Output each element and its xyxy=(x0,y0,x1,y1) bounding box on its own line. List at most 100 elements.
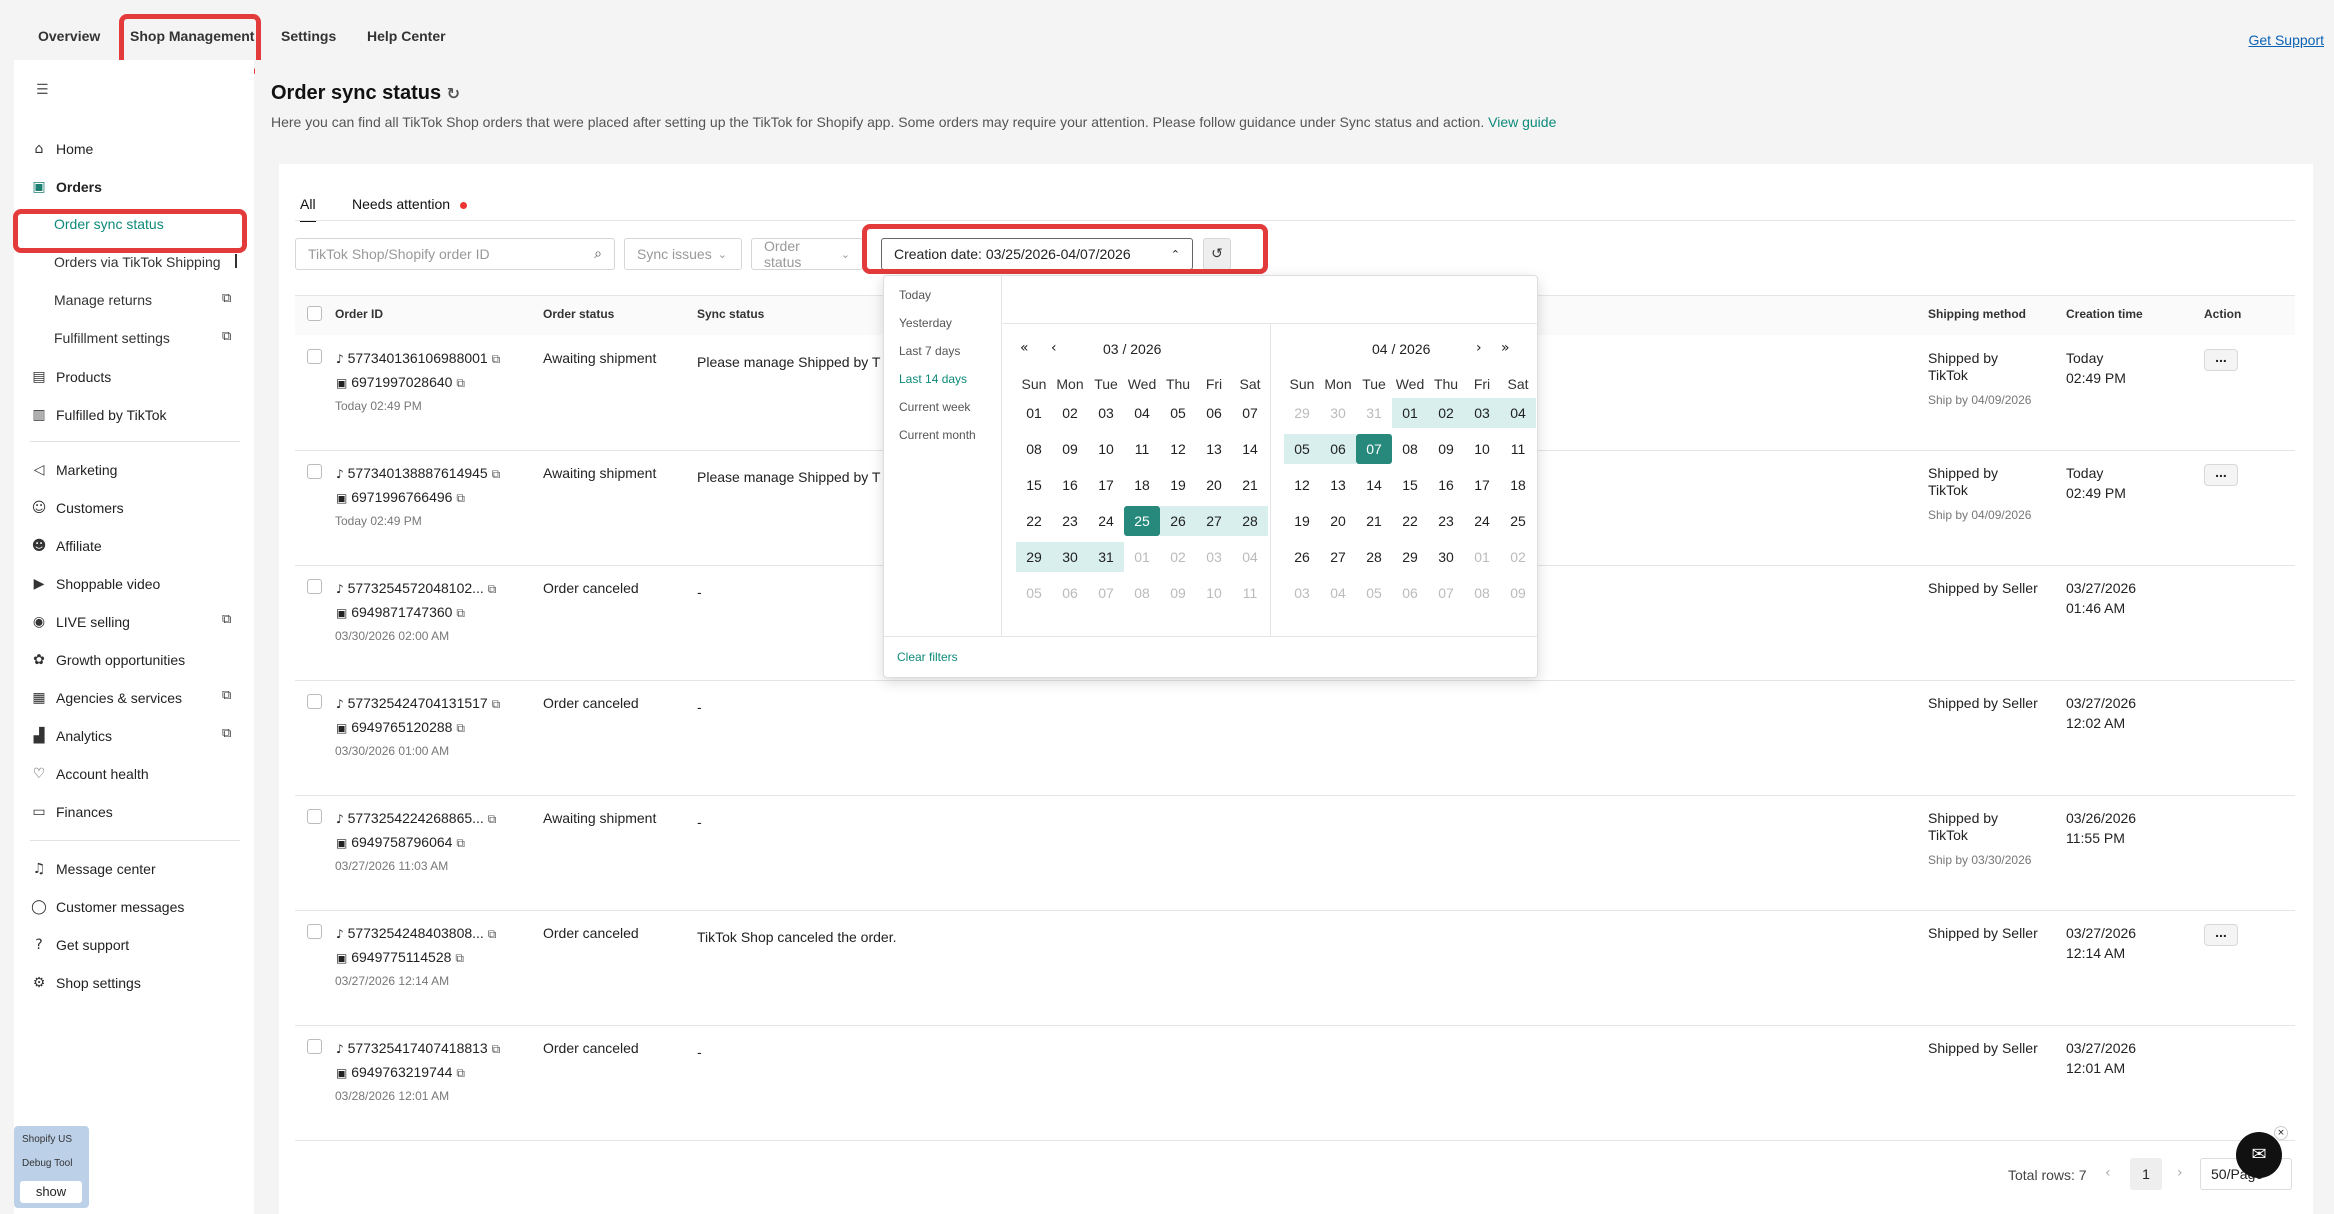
more-actions-button[interactable]: ... xyxy=(2204,349,2238,371)
sidebar-item-orders-via-tiktok[interactable]: Orders via TikTok Shipping xyxy=(54,254,221,270)
sidebar-item-manage-returns[interactable]: Manage returns xyxy=(54,292,152,308)
sidebar-item-growth[interactable]: ✿ Growth opportunities xyxy=(30,651,185,669)
calendar-day[interactable]: 09 xyxy=(1500,578,1536,608)
sync-issues-select[interactable]: Sync issues ⌄ xyxy=(624,238,742,270)
calendar-day[interactable]: 05 xyxy=(1160,398,1196,428)
more-actions-button[interactable]: ... xyxy=(2204,924,2238,946)
search-input[interactable]: TikTok Shop/Shopify order ID ⌕ xyxy=(295,238,615,270)
sidebar-item-finances[interactable]: ▭ Finances xyxy=(30,803,112,821)
calendar-day[interactable]: 10 xyxy=(1464,434,1500,464)
sidebar-item-orders[interactable]: ▣ Orders xyxy=(30,178,102,196)
sidebar-item-products[interactable]: ▤ Products xyxy=(30,368,111,386)
preset-current-month[interactable]: Current month xyxy=(899,428,976,442)
calendar-day[interactable]: 26 xyxy=(1284,542,1320,572)
row-checkbox[interactable] xyxy=(307,464,322,479)
calendar-day[interactable]: 15 xyxy=(1392,470,1428,500)
copy-icon[interactable]: ⧉ xyxy=(456,836,465,850)
calendar-day[interactable]: 06 xyxy=(1320,434,1356,464)
tab-needs-attention[interactable]: Needs attention xyxy=(352,196,467,212)
calendar-day[interactable]: 16 xyxy=(1428,470,1464,500)
calendar-day[interactable]: 04 xyxy=(1232,542,1268,572)
calendar-day[interactable]: 09 xyxy=(1052,434,1088,464)
calendar-day[interactable]: 11 xyxy=(1232,578,1268,608)
calendar-day[interactable]: 07 xyxy=(1232,398,1268,428)
calendar-day[interactable]: 16 xyxy=(1052,470,1088,500)
copy-icon[interactable]: ⧉ xyxy=(456,376,465,390)
preset-current-week[interactable]: Current week xyxy=(899,400,970,414)
calendar-day[interactable]: 01 xyxy=(1392,398,1428,428)
calendar-day[interactable]: 01 xyxy=(1016,398,1052,428)
row-checkbox[interactable] xyxy=(307,1039,322,1054)
calendar-day[interactable]: 09 xyxy=(1160,578,1196,608)
sidebar-item-agencies[interactable]: ▦ Agencies & services xyxy=(30,689,182,707)
sidebar-item-affiliate[interactable]: ☻ Affiliate xyxy=(30,537,102,555)
calendar-day[interactable]: 29 xyxy=(1016,542,1052,572)
sidebar-item-marketing[interactable]: ◁ Marketing xyxy=(30,461,118,479)
copy-icon[interactable]: ⧉ xyxy=(488,582,497,596)
preset-last-14-days[interactable]: Last 14 days xyxy=(899,372,967,386)
calendar-day[interactable]: 05 xyxy=(1356,578,1392,608)
calendar-day[interactable]: 22 xyxy=(1016,506,1052,536)
calendar-day[interactable]: 03 xyxy=(1088,398,1124,428)
calendar-day[interactable]: 04 xyxy=(1320,578,1356,608)
tab-all[interactable]: All xyxy=(300,196,316,222)
row-checkbox[interactable] xyxy=(307,924,322,939)
calendar-day[interactable]: 21 xyxy=(1356,506,1392,536)
calendar-day[interactable]: 17 xyxy=(1088,470,1124,500)
sidebar-item-fulfillment-settings[interactable]: Fulfillment settings xyxy=(54,330,170,346)
collapse-menu-icon[interactable]: ☰ xyxy=(36,82,49,98)
calendar-day[interactable]: 09 xyxy=(1428,434,1464,464)
view-guide-link[interactable]: View guide xyxy=(1488,114,1556,130)
tab-help-center[interactable]: Help Center xyxy=(367,28,446,44)
calendar-day[interactable]: 03 xyxy=(1196,542,1232,572)
sidebar-item-customer-messages[interactable]: ◯ Customer messages xyxy=(30,898,184,916)
sidebar-item-get-support[interactable]: ? Get support xyxy=(30,936,129,954)
calendar-day[interactable]: 13 xyxy=(1196,434,1232,464)
copy-icon[interactable]: ⧉ xyxy=(455,951,464,965)
calendar-day[interactable]: 14 xyxy=(1232,434,1268,464)
calendar-day[interactable]: 20 xyxy=(1196,470,1232,500)
calendar-day[interactable]: 23 xyxy=(1428,506,1464,536)
preset-yesterday[interactable]: Yesterday xyxy=(899,316,952,330)
calendar-day[interactable]: 26 xyxy=(1160,506,1196,536)
clear-filters-link[interactable]: Clear filters xyxy=(897,650,958,664)
sidebar-item-fulfilled-by-tiktok[interactable]: ▥ Fulfilled by TikTok xyxy=(30,406,166,424)
copy-icon[interactable]: ⧉ xyxy=(492,697,501,711)
sidebar-item-shoppable-video[interactable]: ▶ Shoppable video xyxy=(30,575,161,593)
row-checkbox[interactable] xyxy=(307,349,322,364)
calendar-day[interactable]: 02 xyxy=(1052,398,1088,428)
tab-settings[interactable]: Settings xyxy=(281,28,336,44)
next-month-icon[interactable]: › xyxy=(1476,340,1482,356)
calendar-day[interactable]: 30 xyxy=(1052,542,1088,572)
calendar-day[interactable]: 08 xyxy=(1392,434,1428,464)
sidebar-item-account-health[interactable]: ♡ Account health xyxy=(30,765,149,783)
calendar-day[interactable]: 08 xyxy=(1124,578,1160,608)
calendar-day[interactable]: 04 xyxy=(1500,398,1536,428)
sidebar-item-shop-settings[interactable]: ⚙ Shop settings xyxy=(30,974,141,992)
copy-icon[interactable]: ⧉ xyxy=(492,1042,501,1056)
calendar-day[interactable]: 02 xyxy=(1428,398,1464,428)
calendar-day[interactable]: 30 xyxy=(1428,542,1464,572)
prev-year-icon[interactable]: « xyxy=(1020,340,1029,356)
calendar-day[interactable]: 03 xyxy=(1284,578,1320,608)
calendar-day[interactable]: 28 xyxy=(1232,506,1268,536)
sidebar-item-home[interactable]: ⌂ Home xyxy=(30,140,94,158)
calendar-day[interactable]: 02 xyxy=(1500,542,1536,572)
calendar-day[interactable]: 24 xyxy=(1464,506,1500,536)
search-icon[interactable]: ⌕ xyxy=(594,246,602,262)
calendar-day[interactable]: 12 xyxy=(1160,434,1196,464)
preset-last-7-days[interactable]: Last 7 days xyxy=(899,344,960,358)
copy-icon[interactable]: ⧉ xyxy=(488,812,497,826)
calendar-day[interactable]: 04 xyxy=(1124,398,1160,428)
calendar-day[interactable]: 12 xyxy=(1284,470,1320,500)
calendar-day[interactable]: 24 xyxy=(1088,506,1124,536)
order-status-select[interactable]: Order status ⌄ xyxy=(751,238,863,270)
calendar-day[interactable]: 25 xyxy=(1124,506,1160,536)
calendar-day[interactable]: 27 xyxy=(1320,542,1356,572)
row-checkbox[interactable] xyxy=(307,809,322,824)
prev-month-icon[interactable]: ‹ xyxy=(1051,340,1057,356)
calendar-day[interactable]: 11 xyxy=(1500,434,1536,464)
calendar-day[interactable]: 05 xyxy=(1284,434,1320,464)
next-year-icon[interactable]: » xyxy=(1501,340,1510,356)
calendar-day[interactable]: 18 xyxy=(1500,470,1536,500)
